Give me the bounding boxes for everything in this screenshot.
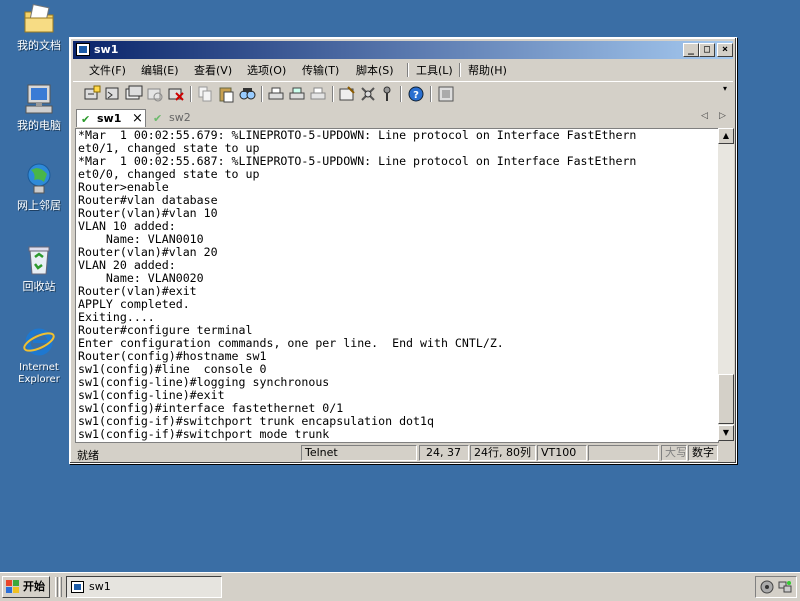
print-setup-icon[interactable]	[267, 85, 285, 103]
desktop-icon-label: 网上邻居	[17, 199, 61, 212]
desktop-icon-label: 我的文档	[17, 39, 61, 52]
tab-sw2[interactable]: ✔ sw2	[149, 109, 209, 127]
menu-edit[interactable]: 编辑(E)	[141, 62, 179, 78]
menu-bar: 文件(F) 编辑(E) 查看(V) 选项(O) 传输(T) 脚本(S) 工具(L…	[73, 60, 733, 79]
network-places-icon	[22, 162, 56, 196]
status-num: 数字	[688, 445, 718, 461]
find-icon[interactable]	[238, 85, 256, 103]
status-size: 24行, 80列	[470, 445, 536, 461]
reconnect-icon[interactable]	[146, 85, 164, 103]
tab-scroll-right-icon[interactable]: ▷	[719, 111, 726, 121]
taskbar: 开始 sw1	[0, 572, 800, 601]
tab-scroll-left-icon[interactable]: ◁	[701, 111, 708, 121]
desktop-icon-my-documents[interactable]: 我的文档	[6, 2, 72, 52]
session-options-icon[interactable]	[338, 85, 356, 103]
tab-label: sw2	[169, 111, 191, 124]
taskbar-item-sw1[interactable]: sw1	[66, 576, 222, 598]
minimize-button[interactable]: _	[683, 43, 699, 57]
window-titlebar[interactable]: sw1 _ □ ×	[73, 41, 733, 59]
volume-tray-icon[interactable]	[760, 580, 774, 597]
internet-explorer-icon	[22, 325, 56, 359]
scroll-down-button[interactable]: ▼	[718, 425, 734, 441]
global-options-icon[interactable]	[359, 85, 377, 103]
scroll-thumb[interactable]	[718, 374, 734, 424]
status-empty-panel	[588, 445, 659, 461]
print-selection-icon[interactable]	[288, 85, 306, 103]
desktop-icon-my-computer[interactable]: 我的电脑	[6, 82, 72, 132]
copy-icon[interactable]	[196, 85, 214, 103]
status-emulation: VT100	[537, 445, 587, 461]
window-title: sw1	[94, 43, 119, 56]
quick-connect-icon[interactable]	[104, 85, 122, 103]
app-terminal-icon	[71, 581, 84, 593]
network-tray-icon[interactable]	[778, 580, 792, 597]
system-tray	[755, 576, 797, 598]
desktop-icon-recycle-bin[interactable]: 回收站	[6, 243, 72, 293]
taskbar-separator	[59, 577, 62, 597]
print-icon[interactable]	[309, 85, 327, 103]
toolbar-separator	[430, 86, 432, 102]
toolbar-separator	[332, 86, 334, 102]
connected-check-icon: ✔	[153, 112, 163, 125]
desktop-icon-network-places[interactable]: 网上邻居	[6, 162, 72, 212]
tab-label: sw1	[97, 112, 122, 125]
menu-file[interactable]: 文件(F)	[89, 62, 126, 78]
paste-icon[interactable]	[217, 85, 235, 103]
status-protocol: Telnet	[301, 445, 417, 461]
taskbar-separator	[55, 577, 58, 597]
vertical-scrollbar[interactable]: ▲ ▼	[718, 128, 734, 441]
terminal-line: sw1(config-if)#switchport mode trunk	[78, 427, 330, 441]
menu-tools[interactable]: 工具(L)	[416, 62, 453, 78]
session-tabs: ✔ sw1 × ✔ sw2 ◁ ▷	[73, 108, 733, 128]
connect-icon[interactable]	[83, 85, 101, 103]
status-bar: 就绪 Telnet 24, 37 24行, 80列 VT100 大写 数字	[73, 444, 733, 462]
app-terminal-icon	[76, 43, 90, 56]
terminal-output[interactable]: *Mar 1 00:02:55.679: %LINEPROTO-5-UPDOWN…	[75, 128, 719, 443]
close-button[interactable]: ×	[717, 43, 733, 57]
toolbar-chevron-icon[interactable]: ▾	[723, 85, 729, 103]
menu-separator	[459, 63, 461, 77]
menu-separator	[407, 63, 409, 77]
menu-view[interactable]: 查看(V)	[194, 62, 232, 78]
about-icon[interactable]	[437, 85, 455, 103]
toolbar-separator	[400, 86, 402, 102]
start-label: 开始	[23, 580, 45, 593]
keymap-icon[interactable]	[378, 85, 396, 103]
toolbar: ? ▾	[73, 81, 733, 106]
tab-sw1[interactable]: ✔ sw1 ×	[76, 109, 146, 127]
menu-options[interactable]: 选项(O)	[247, 62, 286, 78]
connect-in-tab-icon[interactable]	[125, 85, 143, 103]
menu-help[interactable]: 帮助(H)	[468, 62, 507, 78]
windows-flag-icon	[6, 580, 20, 594]
menu-transfer[interactable]: 传输(T)	[302, 62, 339, 78]
status-cursor: 24, 37	[419, 445, 469, 461]
connected-check-icon: ✔	[81, 113, 91, 126]
taskbar-item-label: sw1	[89, 580, 111, 593]
desktop-icon-label: 回收站	[22, 280, 56, 293]
help-icon[interactable]: ?	[407, 85, 425, 103]
menu-script[interactable]: 脚本(S)	[356, 62, 394, 78]
desktop-icon-internet-explorer[interactable]: Internet Explorer	[6, 325, 72, 386]
my-computer-icon	[22, 82, 56, 116]
securecrt-window: sw1 _ □ × 文件(F) 编辑(E) 查看(V) 选项(O) 传输(T) …	[69, 37, 737, 464]
svg-text:?: ?	[413, 90, 419, 101]
my-documents-icon	[22, 2, 56, 36]
desktop-icon-label: Internet Explorer	[18, 362, 60, 385]
status-caps: 大写	[661, 445, 687, 461]
tab-close-icon[interactable]: ×	[132, 111, 143, 126]
toolbar-separator	[261, 86, 263, 102]
scroll-up-button[interactable]: ▲	[718, 128, 734, 144]
desktop-icon-label: 我的电脑	[17, 119, 61, 132]
recycle-bin-icon	[22, 243, 56, 277]
start-button[interactable]: 开始	[2, 576, 50, 598]
toolbar-separator	[190, 86, 192, 102]
maximize-button[interactable]: □	[699, 43, 715, 57]
status-ready: 就绪	[77, 449, 99, 462]
disconnect-icon[interactable]	[167, 85, 185, 103]
